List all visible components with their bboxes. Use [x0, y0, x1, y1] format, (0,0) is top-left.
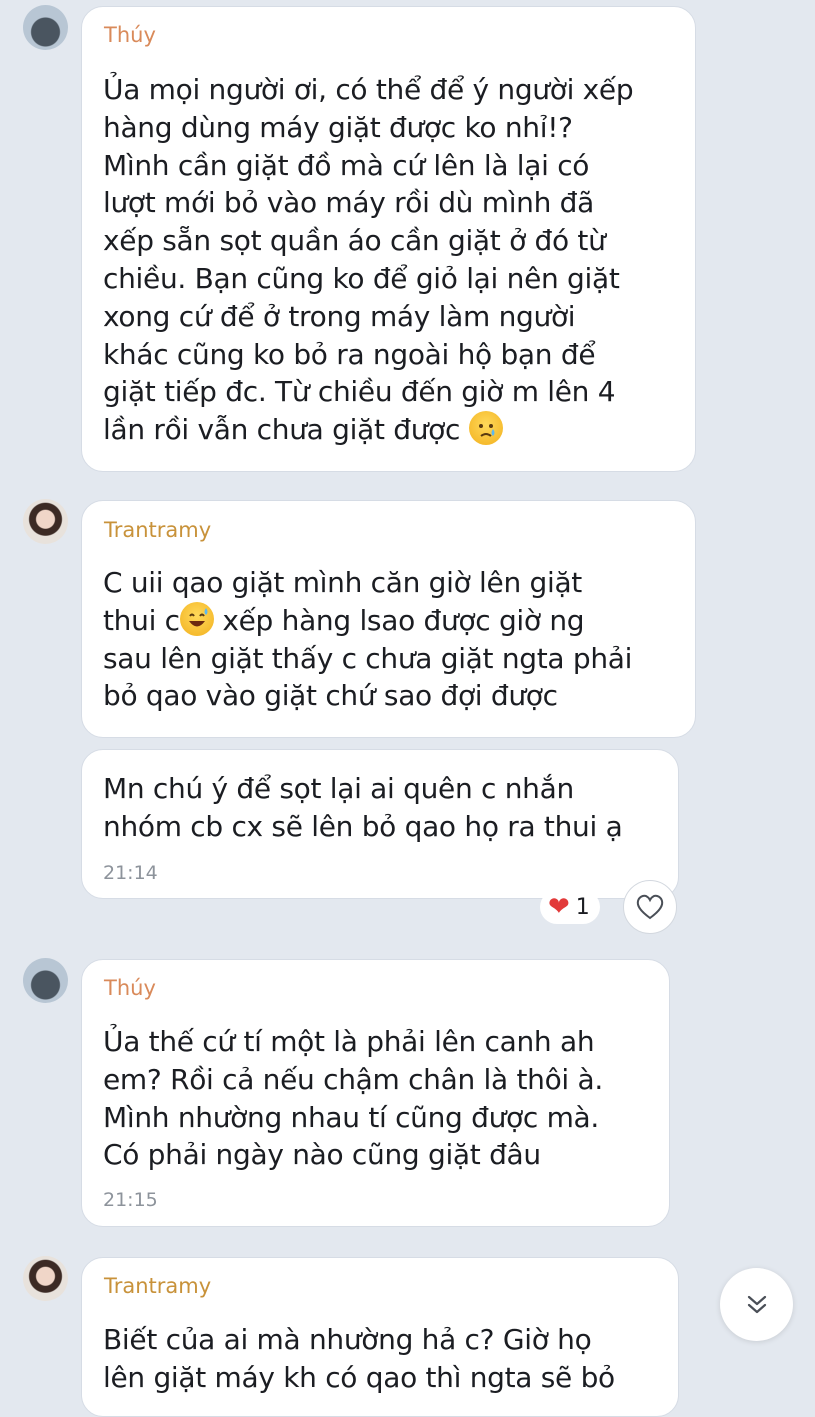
avatar-thuy[interactable]	[23, 5, 68, 50]
message-time: 21:14	[103, 862, 158, 884]
message-text: Mn chú ý để sọt lại ai quên c nhắn nhóm …	[103, 772, 623, 843]
message-text: Ủa mọi người ơi, có thể để ý người xếp h…	[103, 73, 634, 447]
sender-name[interactable]: Thúy	[104, 23, 156, 47]
heart-icon: ❤	[548, 892, 570, 922]
message-bubble[interactable]: Thúy Ủa mọi người ơi, có thể để ý người …	[81, 6, 696, 472]
message-text: C uii qao giặt mình căn giờ lên giặt thu…	[103, 566, 633, 713]
crying-face-emoji	[468, 411, 503, 446]
message-bubble[interactable]: Trantramy Biết của ai mà nhường hả c? Gi…	[81, 1257, 679, 1417]
double-chevron-down-icon	[747, 1295, 766, 1313]
message-bubble[interactable]: Mn chú ý để sọt lại ai quên c nhắn nhóm …	[81, 749, 679, 899]
reaction-count: 1	[575, 894, 590, 920]
reaction-badge[interactable]: ❤ 1	[540, 890, 600, 924]
grinning-sweat-emoji	[179, 601, 214, 636]
message-text: Ủa thế cứ tí một là phải lên canh ah em?…	[103, 1025, 603, 1172]
avatar-trantramy[interactable]	[23, 1256, 68, 1301]
sender-name[interactable]: Thúy	[104, 976, 156, 1000]
message-bubble[interactable]: Thúy Ủa thế cứ tí một là phải lên canh a…	[81, 959, 670, 1227]
sender-name[interactable]: Trantramy	[104, 1274, 211, 1298]
message-time: 21:15	[103, 1189, 158, 1211]
avatar-trantramy[interactable]	[23, 499, 68, 544]
scroll-to-bottom-button[interactable]	[720, 1268, 793, 1341]
message-bubble[interactable]: Trantramy C uii qao giặt mình căn giờ lê…	[81, 500, 696, 738]
message-text: Biết của ai mà nhường hả c? Giờ họ lên g…	[103, 1323, 615, 1394]
avatar-thuy[interactable]	[23, 958, 68, 1003]
sender-name[interactable]: Trantramy	[104, 518, 211, 542]
heart-outline-icon	[636, 894, 664, 920]
react-heart-button[interactable]	[623, 880, 677, 934]
